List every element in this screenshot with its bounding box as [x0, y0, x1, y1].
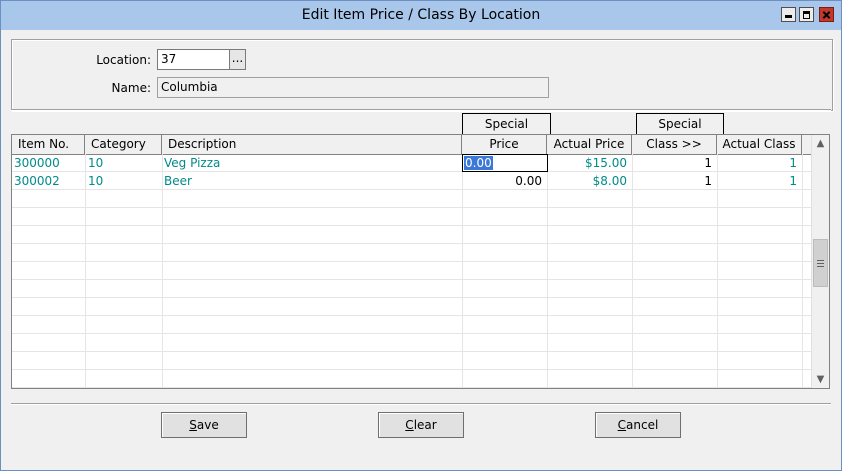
- cell-description[interactable]: Beer: [162, 172, 462, 190]
- cell-class[interactable]: 1: [632, 172, 717, 190]
- grip-line: [817, 266, 824, 267]
- grip-line: [817, 263, 824, 264]
- grid-hline: [12, 351, 811, 352]
- location-browse-button[interactable]: ...: [229, 49, 246, 70]
- price-selected-text[interactable]: 0.00: [464, 156, 493, 170]
- grid-hline: [12, 207, 811, 208]
- column-header-actual-price[interactable]: Actual Price: [547, 135, 632, 154]
- grid-hline: [12, 387, 811, 388]
- save-button[interactable]: Save: [161, 412, 247, 438]
- window-title: Edit Item Price / Class By Location: [301, 7, 541, 23]
- cell-description[interactable]: Veg Pizza: [162, 154, 462, 172]
- cell-actual-class[interactable]: 1: [717, 154, 802, 172]
- grid-hline: [12, 225, 811, 226]
- cell-price[interactable]: 0.00: [462, 172, 547, 190]
- scrollbar-thumb[interactable]: [813, 239, 828, 287]
- name-label: Name:: [111, 81, 151, 95]
- save-accel: S: [189, 418, 197, 432]
- cell-category[interactable]: 10: [85, 172, 162, 190]
- clear-button[interactable]: Clear: [378, 412, 464, 438]
- location-input[interactable]: 37: [157, 49, 231, 70]
- scroll-down-arrow-icon[interactable]: ▼: [812, 371, 829, 388]
- name-field: Columbia: [157, 77, 549, 98]
- special-class-header: Special: [636, 113, 724, 134]
- divider-top: [11, 109, 831, 111]
- location-label: Location:: [96, 53, 151, 67]
- price-edit-field[interactable]: 0.00: [462, 154, 548, 172]
- grid-body: 300000 10 Veg Pizza 0.00 $15.00 1 1 3000…: [12, 154, 811, 388]
- cancel-label: ancel: [626, 418, 659, 432]
- title-bar[interactable]: Edit Item Price / Class By Location: [1, 1, 841, 30]
- column-header-actual-class[interactable]: Actual Class: [717, 135, 802, 154]
- items-grid[interactable]: Item No. Category Description Price Actu…: [11, 134, 830, 389]
- grid-hline: [12, 243, 811, 244]
- location-group: [11, 39, 833, 111]
- column-header-item-no[interactable]: Item No.: [12, 135, 85, 154]
- grid-hline: [12, 279, 811, 280]
- divider-bottom: [11, 403, 831, 405]
- column-header-description[interactable]: Description: [162, 135, 462, 154]
- maximize-button[interactable]: [799, 7, 814, 22]
- clear-label: lear: [413, 418, 437, 432]
- grid-hline: [12, 333, 811, 334]
- cell-actual-class[interactable]: 1: [717, 172, 802, 190]
- special-price-header: Special: [462, 113, 551, 134]
- close-button[interactable]: [819, 7, 834, 22]
- grid-hline: [12, 369, 811, 370]
- cell-category[interactable]: 10: [85, 154, 162, 172]
- minimize-button[interactable]: [781, 7, 796, 22]
- cancel-button[interactable]: Cancel: [595, 412, 681, 438]
- grid-hline: [12, 297, 811, 298]
- column-header-class[interactable]: Class >>: [632, 135, 717, 154]
- cell-actual-price[interactable]: $8.00: [547, 172, 632, 190]
- column-header-category[interactable]: Category: [85, 135, 162, 154]
- clear-accel: C: [405, 418, 414, 432]
- cell-item-no[interactable]: 300000: [12, 154, 85, 172]
- scroll-up-arrow-icon[interactable]: ▲: [812, 135, 829, 152]
- cell-actual-price[interactable]: $15.00: [547, 154, 632, 172]
- vertical-scrollbar[interactable]: ▲ ▼: [811, 135, 829, 388]
- grid-hline: [12, 261, 811, 262]
- cell-class[interactable]: 1: [632, 154, 717, 172]
- grid-hline: [12, 315, 811, 316]
- column-header-price[interactable]: Price: [462, 135, 547, 154]
- grip-line: [817, 260, 824, 261]
- cell-item-no[interactable]: 300002: [12, 172, 85, 190]
- edit-item-price-window: Edit Item Price / Class By Location Loca…: [0, 0, 842, 471]
- save-label: ave: [196, 418, 219, 432]
- cancel-accel: C: [617, 418, 627, 432]
- grid-header: Item No. Category Description Price Actu…: [12, 135, 811, 155]
